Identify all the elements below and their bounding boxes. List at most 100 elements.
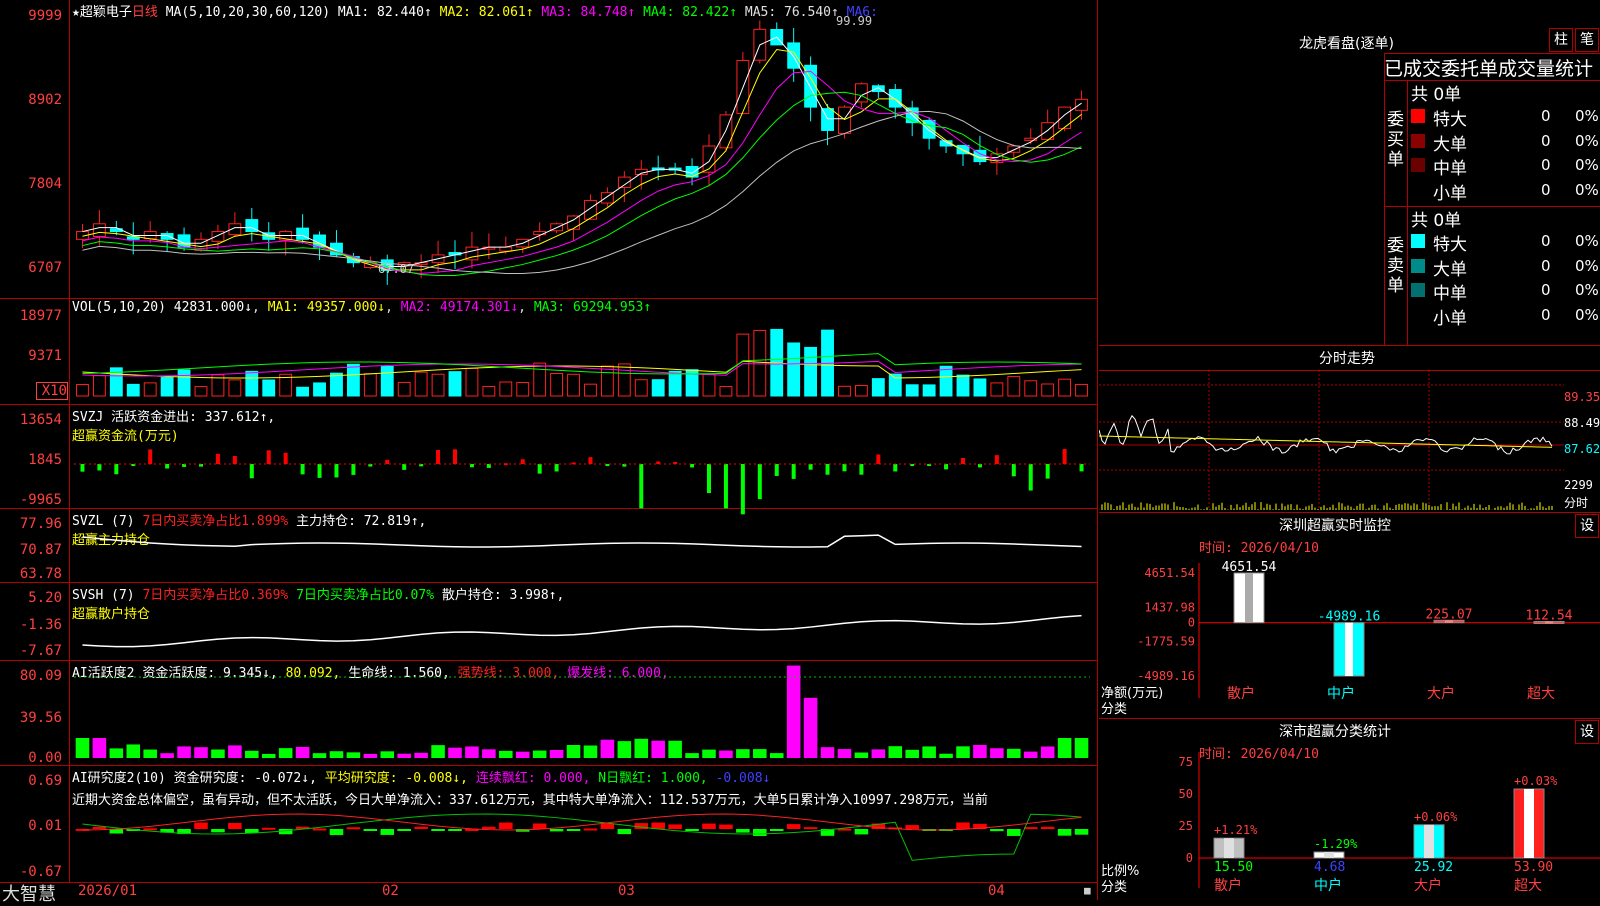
monitor-category-label: 超大 <box>1527 686 1555 702</box>
activity-bar <box>228 745 242 758</box>
fenshi-ytick-0: 89.35 <box>1564 390 1600 404</box>
research-bar <box>312 828 327 831</box>
activity-bar <box>482 749 496 758</box>
volume-bar <box>76 384 89 397</box>
monitor-category-label: 散户 <box>1227 685 1255 702</box>
activity-bar <box>973 744 987 758</box>
flow-bar <box>1028 464 1033 491</box>
app-root: ★超颖电子日线 MA(5,10,20,30,60,120) MA1: 82.44… <box>0 0 1600 905</box>
flow-bar <box>944 464 949 470</box>
activity-bar <box>837 749 852 758</box>
fenshi-price-line <box>1099 414 1553 455</box>
activity-bar <box>1074 738 1089 758</box>
flow-bar <box>317 464 322 478</box>
stats-bar-highlight <box>1224 838 1234 858</box>
research-bar <box>1057 829 1072 836</box>
research-bar <box>990 829 1004 832</box>
activity-bar <box>143 749 157 758</box>
research-bar <box>803 827 818 830</box>
lhb-sell-row: 小单 0 0% <box>1409 304 1600 329</box>
activity-bar <box>75 738 90 758</box>
flow-bar <box>588 457 593 464</box>
research-bar <box>753 829 767 836</box>
activity-bar <box>177 746 191 758</box>
lhb-sell-row: 中单 0 0% <box>1409 279 1600 304</box>
holding-line <box>82 534 1082 548</box>
research-bar <box>261 827 276 830</box>
lhb-buy-color-swatch <box>1411 109 1425 123</box>
activity-bar <box>1057 738 1072 758</box>
flow-bar <box>1079 464 1084 472</box>
monitor-value-label: 112.54 <box>1526 608 1573 623</box>
flow-bar <box>1062 449 1067 464</box>
flow-bar <box>283 452 288 464</box>
volume-bar <box>854 385 868 397</box>
volume-bar <box>126 383 140 397</box>
volume-bar <box>1058 378 1072 397</box>
monitor-xlabel: 分类 <box>1101 702 1128 717</box>
research-bar <box>617 829 632 835</box>
indicator-canvas <box>74 20 1090 861</box>
research-bar <box>1074 829 1089 835</box>
candle-body <box>160 233 174 240</box>
volume-bar <box>143 382 157 397</box>
lhb-buy-color-swatch <box>1411 158 1425 172</box>
retail-line <box>82 614 1082 648</box>
monitor-settings-button[interactable]: 设 <box>1575 514 1599 538</box>
fenshi-chart[interactable] <box>1099 370 1600 515</box>
research-bar <box>211 829 225 833</box>
fenshi-avg-line <box>1099 435 1553 448</box>
lhb-sell-name: 大单 <box>1433 259 1467 280</box>
stats-value-label: 53.90 <box>1514 860 1553 875</box>
flow-bar <box>300 464 305 475</box>
research-bar <box>956 822 970 829</box>
activity-bar <box>414 752 428 758</box>
flow-bar <box>436 449 441 464</box>
activity-bar <box>905 749 919 758</box>
stats-value-label: 25.92 <box>1414 860 1453 875</box>
candle-body <box>584 199 597 220</box>
volume-bar <box>448 371 462 397</box>
volume-bar <box>736 333 750 397</box>
activity-bar <box>211 749 225 758</box>
stats-bar-chart: 75 50 25 0 +1.21% 15.50 散户 -1.29% 4.68 中户 +0.06% 25… <box>1179 752 1600 894</box>
stats-change-label: +0.03% <box>1514 774 1558 788</box>
kline-area[interactable]: ★超颖电子日线 MA(5,10,20,30,60,120) MA1: 82.44… <box>0 0 1098 905</box>
monitor-ytick: 4651.54 <box>1144 566 1195 580</box>
volume-bar <box>499 381 513 397</box>
volume-bar <box>397 381 411 397</box>
activity-bar <box>380 751 395 758</box>
fenshi-title: 分时走势 <box>1319 351 1375 367</box>
stats-bar-highlight <box>1324 852 1334 858</box>
lhb-buy-row: 小单 0 0% <box>1409 179 1600 204</box>
monitor-value-label: 4651.54 <box>1222 560 1277 575</box>
research-bar <box>854 829 869 835</box>
lhb-bar-button[interactable]: 柱 <box>1549 28 1573 52</box>
volume-bar <box>346 363 360 397</box>
activity-bar <box>245 750 259 758</box>
volume-bar <box>617 363 631 397</box>
research-bar <box>414 826 428 829</box>
lhb-tick-button[interactable]: 笔 <box>1575 28 1599 52</box>
volume-bar <box>905 384 919 397</box>
lhb-divider-bottom <box>1099 345 1600 346</box>
right-side-panel: 龙虎看盘(逐单) 柱 笔 已成交委托单成交量统计 委买单 委卖单 共 0单 共 … <box>1099 0 1600 900</box>
lhb-sell-count: 0 <box>1541 232 1551 250</box>
stats-category-label: 散户 <box>1214 877 1242 894</box>
research-bar <box>736 829 750 833</box>
flow-bar <box>215 453 220 464</box>
research-bar <box>431 829 445 831</box>
volume-bar <box>160 376 174 397</box>
activity-bar <box>160 753 174 758</box>
activity-bar <box>702 749 716 758</box>
flow-bar <box>351 464 356 475</box>
volume-bar <box>1024 380 1038 397</box>
volume-bar <box>380 365 394 397</box>
monitor-ytick: -4989.16 <box>1137 669 1195 683</box>
flow-bar <box>97 464 102 471</box>
volume-bar <box>516 381 530 397</box>
monitor-value-label: -4989.16 <box>1318 610 1381 625</box>
volume-bar <box>330 372 343 397</box>
research-bar <box>1023 827 1038 830</box>
flow-bar <box>165 464 170 469</box>
